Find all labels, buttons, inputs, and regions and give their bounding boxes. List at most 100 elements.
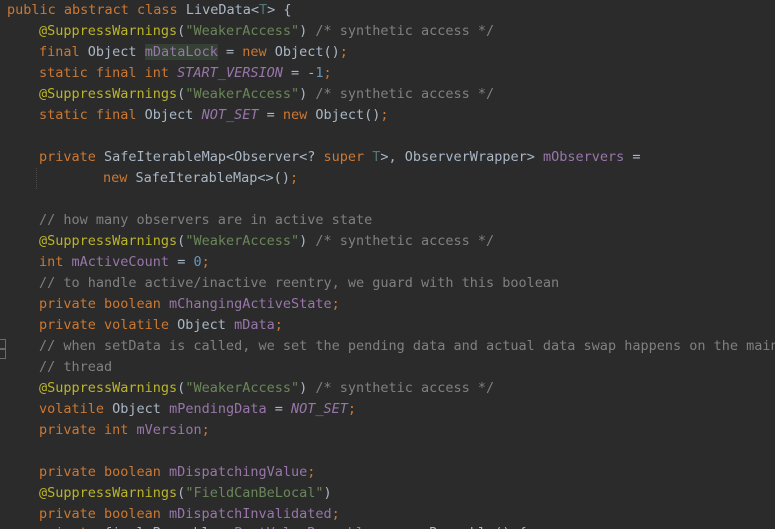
code-token: mObservers — [542, 149, 625, 165]
code-token: ; — [331, 506, 340, 522]
code-line[interactable]: @SuppressWarnings("WeakerAccess") /* syn… — [0, 84, 775, 105]
code-token: mDataLock — [144, 44, 218, 60]
code-token: int — [39, 254, 72, 270]
code-token: ; — [347, 401, 357, 417]
code-line[interactable]: @SuppressWarnings("WeakerAccess") /* syn… — [0, 21, 775, 42]
code-token: ; — [339, 44, 348, 60]
code-line[interactable]: // to handle active/inactive reentry, we… — [0, 273, 775, 294]
code-token: = — [266, 401, 291, 417]
code-line[interactable]: new SafeIterableMap<>(); — [0, 168, 775, 189]
code-line[interactable]: static final Object NOT_SET = new Object… — [0, 105, 775, 126]
code-token: private boolean — [39, 464, 170, 480]
code-token: private int — [39, 422, 137, 438]
code-line[interactable]: @SuppressWarnings("FieldCanBeLocal") — [0, 483, 775, 504]
code-token: "WeakerAccess" — [185, 23, 300, 39]
code-token: = — [258, 107, 283, 123]
code-token: mChangingActiveState — [169, 296, 332, 312]
code-token: mDispatchingValue — [169, 464, 308, 480]
code-line[interactable]: private boolean mChangingActiveState; — [0, 294, 775, 315]
fold-marker-icon[interactable] — [0, 339, 6, 349]
code-token: ) — [299, 86, 316, 102]
code-token: ) — [323, 485, 332, 501]
code-token: = — [217, 44, 243, 60]
code-token: "WeakerAccess" — [185, 380, 300, 396]
code-line[interactable]: // when setData is called, we set the pe… — [0, 336, 775, 357]
code-token: super — [323, 149, 373, 165]
code-token: mDispatchInvalidated — [169, 506, 332, 522]
code-token: T — [258, 2, 268, 18]
code-line[interactable] — [0, 189, 775, 210]
code-line[interactable]: // how many observers are in active stat… — [0, 210, 775, 231]
code-token: /* synthetic access */ — [315, 23, 495, 39]
code-token: = — [169, 254, 194, 270]
code-token: @SuppressWarnings — [39, 23, 178, 39]
code-line[interactable]: static final int START_VERSION = -1; — [0, 63, 775, 84]
code-line[interactable]: // thread — [0, 357, 775, 378]
code-token: volatile — [39, 401, 113, 417]
code-line[interactable]: private volatile Object mData; — [0, 315, 775, 336]
code-token: final — [39, 44, 88, 60]
code-token: Object — [144, 107, 202, 123]
code-editor[interactable]: public abstract class LiveData<T> {@Supp… — [0, 0, 775, 529]
code-token: mPostValueRunnable — [226, 525, 372, 529]
code-token: ; — [274, 317, 283, 333]
code-token: = - — [282, 65, 316, 81]
code-token: static final int — [39, 65, 178, 81]
code-token: // when setData is called, we set the pe… — [39, 338, 775, 354]
code-token: > { — [267, 2, 292, 18]
code-line[interactable]: public abstract class LiveData<T> { — [0, 0, 775, 21]
fold-marker-icon[interactable] — [0, 349, 6, 359]
code-token: SafeIterableMap<Observer<? — [104, 149, 324, 165]
code-line[interactable]: @SuppressWarnings("WeakerAccess") /* syn… — [0, 231, 775, 252]
code-token: ) — [299, 233, 316, 249]
code-token: Object() — [315, 107, 381, 123]
code-line[interactable]: volatile Object mPendingData = NOT_SET; — [0, 399, 775, 420]
code-token: Object — [112, 401, 170, 417]
code-token: new — [282, 107, 316, 123]
code-token: mData — [234, 317, 275, 333]
code-line-partial[interactable]: private final Runnable mPostValueRunnabl… — [0, 523, 775, 529]
code-line[interactable]: private boolean mDispatchingValue; — [0, 462, 775, 483]
code-token: ; — [331, 296, 340, 312]
code-token: Object — [177, 317, 235, 333]
code-token: /* synthetic access */ — [315, 86, 495, 102]
code-line[interactable] — [0, 441, 775, 462]
code-token: final — [104, 525, 153, 529]
code-token: @SuppressWarnings — [39, 380, 178, 396]
code-token: mActiveCount — [71, 254, 170, 270]
code-token: private — [39, 149, 105, 165]
code-token: ) — [299, 23, 316, 39]
code-token: // how many observers are in active stat… — [39, 212, 373, 228]
code-token: 1 — [315, 65, 324, 81]
code-token: new — [242, 44, 275, 60]
code-line[interactable]: final Object mDataLock = new Object(); — [0, 42, 775, 63]
code-token: private — [39, 525, 104, 529]
code-token: START_VERSION — [177, 65, 283, 81]
code-line[interactable]: private int mVersion; — [0, 420, 775, 441]
code-token: LiveData< — [185, 2, 259, 18]
code-token: Runnable() { — [429, 525, 527, 529]
code-token: // to handle active/inactive reentry, we… — [39, 275, 560, 291]
code-token: private boolean — [39, 296, 170, 312]
code-line[interactable]: int mActiveCount = 0; — [0, 252, 775, 273]
code-line[interactable]: private boolean mDispatchInvalidated; — [0, 504, 775, 525]
code-token: ; — [201, 422, 210, 438]
code-token: /* synthetic access */ — [315, 380, 495, 396]
code-token: private volatile — [39, 317, 178, 333]
code-token: new — [103, 170, 136, 186]
code-token: = — [624, 149, 641, 165]
code-line[interactable]: private SafeIterableMap<Observer<? super… — [0, 147, 775, 168]
code-token: "FieldCanBeLocal" — [185, 485, 324, 501]
code-token: ; — [380, 107, 389, 123]
code-line[interactable]: @SuppressWarnings("WeakerAccess") /* syn… — [0, 378, 775, 399]
code-token: public abstract class — [7, 2, 186, 18]
code-token: ; — [307, 464, 316, 480]
code-line[interactable] — [0, 126, 775, 147]
code-token: ) — [299, 380, 316, 396]
code-token: Runnable — [153, 525, 226, 529]
code-token: ; — [289, 170, 299, 186]
code-token: @SuppressWarnings — [39, 233, 178, 249]
code-token: 0 — [193, 254, 202, 270]
code-token: mVersion — [136, 422, 202, 438]
code-token: SafeIterableMap<>() — [135, 170, 290, 186]
